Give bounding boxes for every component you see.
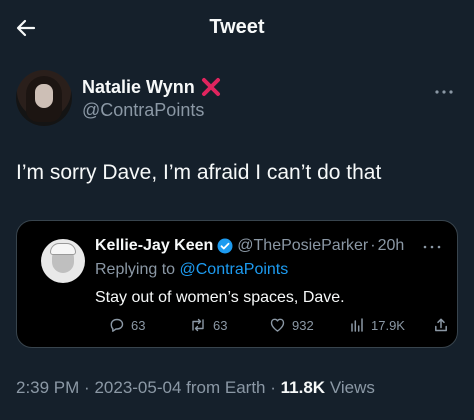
quoted-tweet[interactable]: Kellie-Jay Keen @ThePosieParker · 20h Re… xyxy=(16,220,458,348)
top-bar: Tweet xyxy=(0,0,474,56)
share-icon xyxy=(435,318,447,332)
author-names: Natalie Wynn @ContraPoints xyxy=(82,76,223,121)
quoted-author-name[interactable]: Kellie-Jay Keen xyxy=(95,237,213,255)
views-action[interactable]: 17.9K xyxy=(349,317,405,333)
share-action[interactable] xyxy=(433,317,455,333)
page-title: Tweet xyxy=(209,16,265,38)
tweet-views-label: Views xyxy=(329,378,375,397)
verified-badge-icon xyxy=(217,238,233,254)
tweet-date[interactable]: 2023-05-04 xyxy=(94,378,181,397)
tweet-source: from Earth xyxy=(186,378,266,397)
retweet-count: 63 xyxy=(213,317,228,333)
quoted-actions: 63 63 932 17.9K xyxy=(93,317,447,337)
replying-to-mention[interactable]: @ContraPoints xyxy=(180,261,289,278)
tweet-text: I’m sorry Dave, I’m afraid I can’t do th… xyxy=(16,161,382,184)
tweet-author: Natalie Wynn @ContraPoints xyxy=(16,68,458,132)
reply-icon xyxy=(110,318,124,332)
tweet-meta: 2:39 PM · 2023-05-04 from Earth · 11.8K … xyxy=(16,378,375,398)
reply-count: 63 xyxy=(131,317,146,333)
more-options-button[interactable] xyxy=(430,82,458,102)
quoted-text: Stay out of women’s spaces, Dave. xyxy=(95,289,345,306)
like-count: 932 xyxy=(292,317,314,333)
retweet-action[interactable]: 63 xyxy=(189,317,227,333)
replying-to: Replying to @ContraPoints xyxy=(95,261,288,279)
quoted-time[interactable]: 20h xyxy=(378,237,405,255)
author-handle[interactable]: @ContraPoints xyxy=(82,100,223,121)
quoted-more-button[interactable] xyxy=(421,241,443,253)
meta-separator: · xyxy=(84,378,90,397)
separator-dot: · xyxy=(370,237,376,254)
analytics-icon xyxy=(351,318,363,332)
tweet-views-count[interactable]: 11.8K xyxy=(281,378,325,397)
views-count: 17.9K xyxy=(371,317,405,333)
meta-separator: · xyxy=(270,378,276,397)
red-x-mark-icon xyxy=(199,75,223,99)
quoted-header: Kellie-Jay Keen @ThePosieParker · 20h xyxy=(95,237,404,255)
like-action[interactable]: 932 xyxy=(269,317,314,333)
quoted-handle[interactable]: @ThePosieParker xyxy=(237,237,368,255)
retweet-icon xyxy=(192,318,204,332)
ellipsis-icon xyxy=(423,245,441,249)
reply-action[interactable]: 63 xyxy=(109,317,145,333)
tweet-time[interactable]: 2:39 PM xyxy=(16,378,79,397)
display-name[interactable]: Natalie Wynn xyxy=(82,77,195,98)
ellipsis-icon xyxy=(435,90,453,94)
avatar[interactable] xyxy=(16,70,72,126)
quoted-avatar[interactable] xyxy=(41,239,85,283)
replying-to-label: Replying to xyxy=(95,261,176,278)
heart-icon xyxy=(270,318,285,332)
